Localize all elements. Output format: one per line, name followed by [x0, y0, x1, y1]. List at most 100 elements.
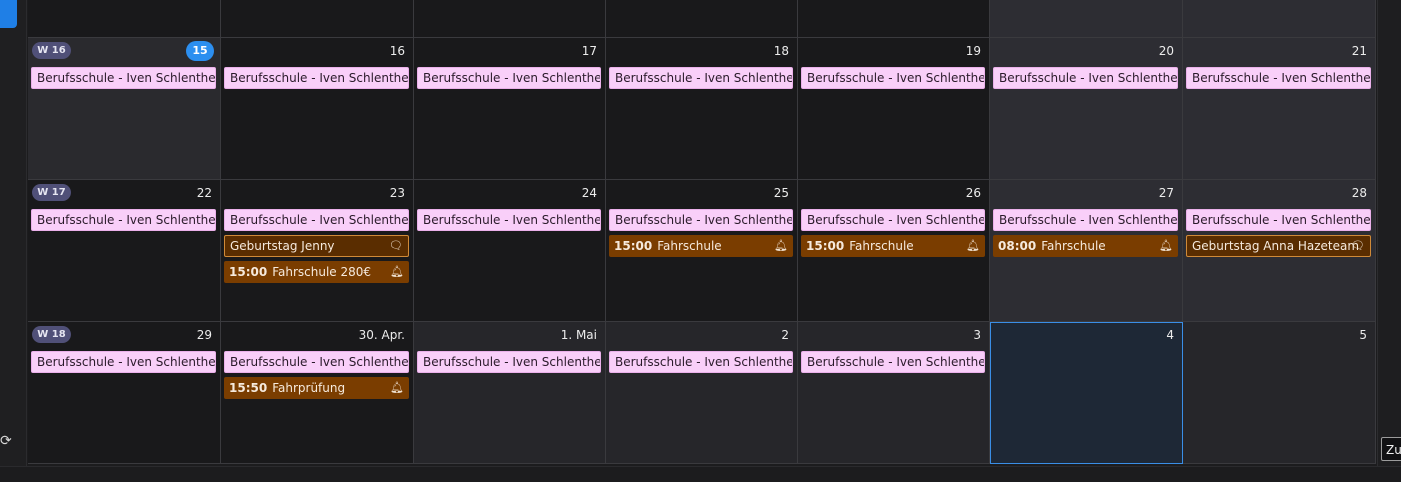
day-number[interactable]: 23 [390, 186, 405, 200]
day-cell[interactable]: W 17 22 Berufsschule - Iven Schlenther [28, 180, 221, 322]
day-number[interactable]: 1. Mai [561, 328, 597, 342]
day-number[interactable]: 28 [1352, 186, 1367, 200]
event-school[interactable]: Berufsschule - Iven Schlenther [417, 67, 601, 89]
day-number[interactable]: 5 [1359, 328, 1367, 342]
event-title: Berufsschule - Iven Schlenther [423, 71, 601, 85]
day-number[interactable]: 2 [781, 328, 789, 342]
day-number[interactable]: 19 [966, 44, 981, 58]
day-number[interactable]: 25 [774, 186, 789, 200]
event-school[interactable]: Berufsschule - Iven Schlenther [31, 351, 216, 373]
event-birthday[interactable]: Geburtstag Jenny 🗨︎ [224, 235, 409, 257]
day-cell[interactable]: 18 Berufsschule - Iven Schlenther [606, 38, 798, 180]
event-title: Berufsschule - Iven Schlenther [807, 71, 985, 85]
event-school[interactable]: Berufsschule - Iven Schlenther [993, 209, 1178, 231]
event-school[interactable]: Berufsschule - Iven Schlenther [801, 209, 985, 231]
day-cell[interactable]: 5 [1183, 322, 1376, 464]
day-cell[interactable]: W 16 15 Berufsschule - Iven Schlenther [28, 38, 221, 180]
event-title: Fahrschule [849, 239, 914, 253]
day-number[interactable]: 4 [1166, 328, 1174, 342]
event-school[interactable]: Berufsschule - Iven Schlenther [609, 209, 793, 231]
day-number[interactable]: 21 [1352, 44, 1367, 58]
day-number[interactable]: 3 [973, 328, 981, 342]
event-school[interactable]: Berufsschule - Iven Schlenther [31, 67, 216, 89]
day-cell[interactable]: W 18 29 Berufsschule - Iven Schlenther [28, 322, 221, 464]
event-appointment[interactable]: 15:00 Fahrschule 🔔︎ [801, 235, 985, 257]
day-cell[interactable]: 26 Berufsschule - Iven Schlenther 15:00 Fah… [798, 180, 990, 322]
day-cell[interactable]: 28 Berufsschule - Iven Schlenther Geburtst… [1183, 180, 1376, 322]
day-cell[interactable]: 17 Berufsschule - Iven Schlenther [414, 38, 606, 180]
day-cell[interactable]: 19 Berufsschule - Iven Schlenther [798, 38, 990, 180]
event-school[interactable]: Berufsschule - Iven Schlenther [31, 209, 216, 231]
event-appointment[interactable]: 15:00 Fahrschule 🔔︎ [609, 235, 793, 257]
day-cell[interactable]: 21 Berufsschule - Iven Schlenther [1183, 38, 1376, 180]
vertical-scrollbar[interactable] [1377, 0, 1401, 466]
event-school[interactable]: Berufsschule - Iven Schlenther [1186, 67, 1371, 89]
day-cell-prev[interactable] [414, 0, 606, 38]
bell-icon: 🔔︎ [774, 239, 788, 252]
day-number[interactable]: 26 [966, 186, 981, 200]
event-title: Berufsschule - Iven Schlenther [423, 213, 601, 227]
day-cell[interactable]: 3 Berufsschule - Iven Schlenther [798, 322, 990, 464]
day-number[interactable]: 24 [582, 186, 597, 200]
event-title: Fahrschule [1041, 239, 1106, 253]
day-number[interactable]: 27 [1159, 186, 1174, 200]
day-number[interactable]: 22 [197, 186, 212, 200]
bell-icon: 🔔︎ [1159, 239, 1173, 252]
day-cell-prev[interactable] [606, 0, 798, 38]
event-appointment[interactable]: 08:00 Fahrschule 🔔︎ [993, 235, 1178, 257]
day-cell[interactable]: 20 Berufsschule - Iven Schlenther [990, 38, 1183, 180]
week-number-badge[interactable]: W 18 [32, 326, 71, 343]
event-title: Berufsschule - Iven Schlenther [615, 71, 793, 85]
day-cell[interactable]: 1. Mai Berufsschule - Iven Schlenther [414, 322, 606, 464]
today-badge[interactable]: 15 [186, 41, 214, 61]
event-appointment[interactable]: 15:00 Fahrschule 280€ 🔔︎ [224, 261, 409, 283]
event-school[interactable]: Berufsschule - Iven Schlenther [609, 67, 793, 89]
event-title: Berufsschule - Iven Schlenther [807, 213, 985, 227]
day-cell[interactable]: 24 Berufsschule - Iven Schlenther [414, 180, 606, 322]
event-school[interactable]: Berufsschule - Iven Schlenther [417, 351, 601, 373]
event-school[interactable]: Berufsschule - Iven Schlenther [224, 351, 409, 373]
day-cell[interactable]: 4 [990, 322, 1183, 464]
sidebar-accent-tab[interactable] [0, 0, 17, 28]
day-number[interactable]: 17 [582, 44, 597, 58]
day-number[interactable]: 30. Apr. [359, 328, 405, 342]
comment-icon: 🗨︎ [389, 239, 403, 252]
event-time: 15:50 [229, 381, 268, 395]
event-school[interactable]: Berufsschule - Iven Schlenther [1186, 209, 1371, 231]
event-school[interactable]: Berufsschule - Iven Schlenther [224, 209, 409, 231]
day-cell[interactable]: 23 Berufsschule - Iven Schlenther Geburtst… [221, 180, 414, 322]
day-cell[interactable]: 27 Berufsschule - Iven Schlenther 08:00 Fah… [990, 180, 1183, 322]
week-number-badge[interactable]: W 16 [32, 42, 71, 59]
day-cell-prev[interactable] [28, 0, 221, 38]
event-birthday[interactable]: Geburtstag Anna Hazeteam 🗨︎ [1186, 235, 1371, 257]
event-school[interactable]: Berufsschule - Iven Schlenther [224, 67, 409, 89]
day-cell[interactable]: 16 Berufsschule - Iven Schlenther [221, 38, 414, 180]
footer-bar [0, 466, 1401, 482]
week-number-badge[interactable]: W 17 [32, 184, 71, 201]
day-cell-prev[interactable] [1183, 0, 1376, 38]
day-cell[interactable]: 25 Berufsschule - Iven Schlenther 15:00 Fah… [606, 180, 798, 322]
event-title: Fahrschule 280€ [272, 265, 372, 279]
day-number[interactable]: 16 [390, 44, 405, 58]
day-number[interactable]: 18 [774, 44, 789, 58]
event-school[interactable]: Berufsschule - Iven Schlenther [993, 67, 1178, 89]
day-cell-prev[interactable] [990, 0, 1183, 38]
event-school[interactable]: Berufsschule - Iven Schlenther [609, 351, 793, 373]
event-school[interactable]: Berufsschule - Iven Schlenther [801, 351, 985, 373]
event-title: Berufsschule - Iven Schlenther [615, 355, 793, 369]
day-number[interactable]: 29 [197, 328, 212, 342]
day-cell[interactable]: 30. Apr. Berufsschule - Iven Schlenther 15… [221, 322, 414, 464]
event-appointment[interactable]: 15:50 Fahrprüfung 🔔︎ [224, 377, 409, 399]
event-school[interactable]: Berufsschule - Iven Schlenther [801, 67, 985, 89]
day-cell[interactable]: 2 Berufsschule - Iven Schlenther [606, 322, 798, 464]
event-title: Berufsschule - Iven Schlenther [230, 213, 409, 227]
bell-icon: 🔔︎ [966, 239, 980, 252]
event-title: Fahrprüfung [272, 381, 346, 395]
day-cell-prev[interactable] [221, 0, 414, 38]
event-time: 15:00 [229, 265, 268, 279]
bell-icon: 🔔︎ [390, 381, 404, 394]
sync-icon[interactable]: ⟳ [0, 432, 14, 450]
day-cell-prev[interactable] [798, 0, 990, 38]
day-number[interactable]: 20 [1159, 44, 1174, 58]
event-school[interactable]: Berufsschule - Iven Schlenther [417, 209, 601, 231]
